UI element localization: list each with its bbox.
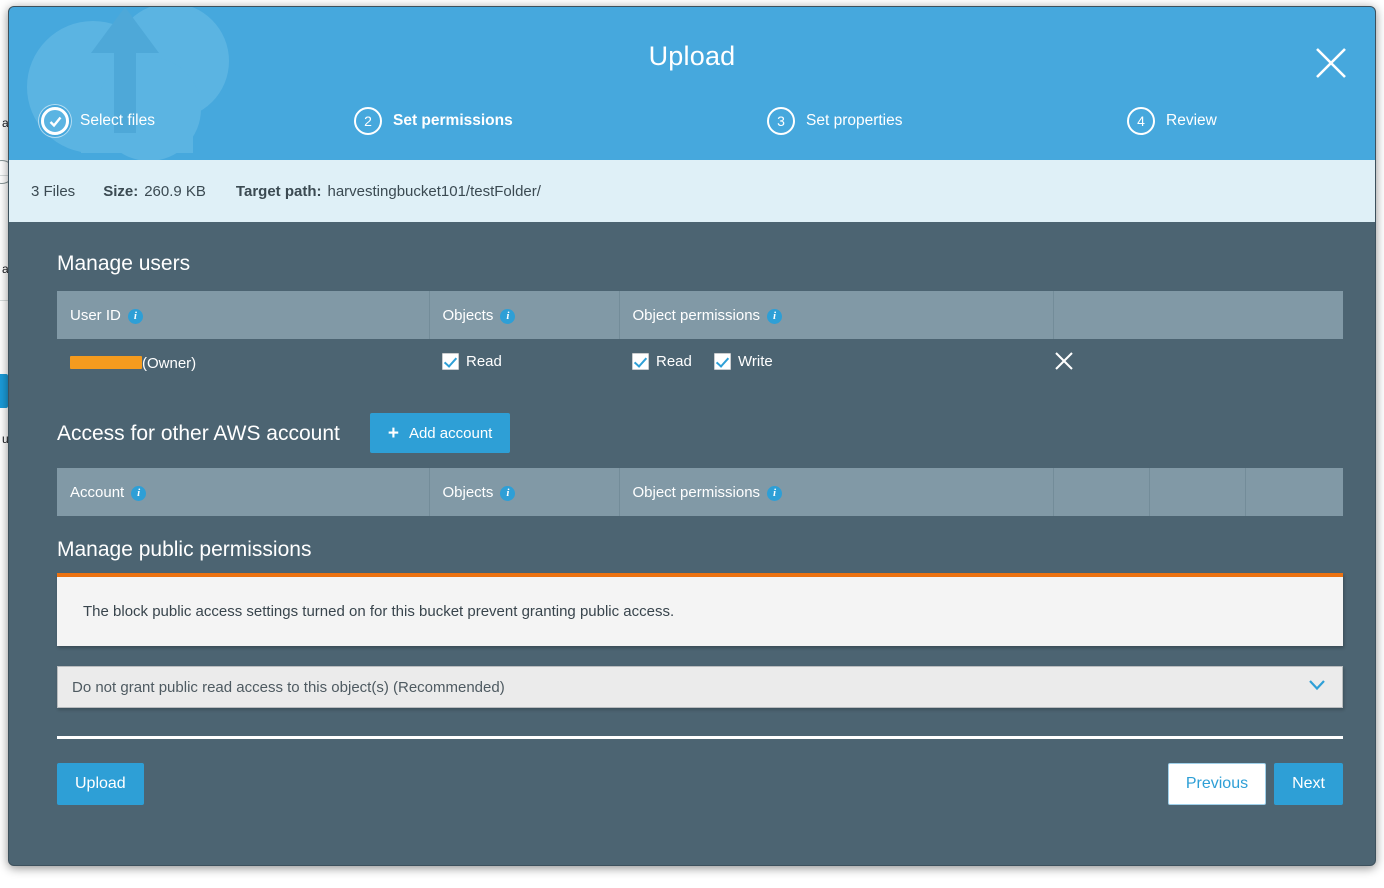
checkbox-objects-read-label: Read xyxy=(466,353,502,370)
column-account-label: Account xyxy=(70,484,124,501)
checkbox-permissions-read[interactable]: Read xyxy=(632,353,692,370)
remove-user-icon[interactable] xyxy=(1053,350,1075,372)
size-value: 260.9 KB xyxy=(144,183,206,200)
step-number-badge-3: 3 xyxy=(767,107,795,135)
upload-modal: Upload Select files 2 Set permissions xyxy=(8,6,1376,866)
other-accounts-header-row: Access for other AWS account + Add accou… xyxy=(57,413,1327,453)
cell-object-permissions: Read Write xyxy=(619,339,1053,387)
step-set-permissions[interactable]: 2 Set permissions xyxy=(354,107,513,135)
other-accounts-heading: Access for other AWS account xyxy=(57,422,340,445)
size-label: Size: xyxy=(103,183,138,200)
column-actions xyxy=(1053,291,1343,339)
column-objects: Objects i xyxy=(429,291,619,339)
background-blue-chip xyxy=(0,374,8,408)
table-header-row: User ID i Objects i Object permissions i xyxy=(57,291,1343,339)
step-label-set-permissions: Set permissions xyxy=(393,112,513,130)
column-object-permissions: Object permissions i xyxy=(619,291,1053,339)
page-title: Upload xyxy=(9,41,1375,72)
info-icon-object-permissions-2[interactable]: i xyxy=(767,486,782,501)
checkbox-box-icon xyxy=(632,353,649,370)
other-accounts-table: Account i Objects i Object permissions i xyxy=(57,468,1343,516)
target-path-label: Target path: xyxy=(236,183,322,200)
checkbox-box-icon xyxy=(442,353,459,370)
footer-nav-buttons: Previous Next xyxy=(1168,763,1343,805)
next-button[interactable]: Next xyxy=(1274,763,1343,805)
step-number-badge-2: 2 xyxy=(354,107,382,135)
column-user-id-label: User ID xyxy=(70,307,121,324)
upload-summary-bar: 3 Files Size: 260.9 KB Target path: harv… xyxy=(9,160,1375,222)
column-object-permissions: Object permissions i xyxy=(619,468,1053,516)
redacted-user-id xyxy=(70,356,142,369)
column-user-id: User ID i xyxy=(57,291,429,339)
checkbox-box-icon xyxy=(714,353,731,370)
column-object-permissions-label: Object permissions xyxy=(633,307,761,324)
column-spacer-1 xyxy=(1053,468,1149,516)
column-objects: Objects i xyxy=(429,468,619,516)
step-number-badge-4: 4 xyxy=(1127,107,1155,135)
add-account-button-label: Add account xyxy=(409,425,492,442)
modal-header: Upload Select files 2 Set permissions xyxy=(9,7,1375,160)
target-path-value: harvestingbucket101/testFolder/ xyxy=(327,183,540,200)
info-icon-object-permissions[interactable]: i xyxy=(767,309,782,324)
column-spacer-2 xyxy=(1149,468,1245,516)
column-objects-label: Objects xyxy=(443,307,494,324)
step-select-files[interactable]: Select files xyxy=(41,107,155,135)
checkbox-permissions-write[interactable]: Write xyxy=(714,353,773,370)
check-circle-icon xyxy=(41,107,69,135)
checkbox-permissions-write-label: Write xyxy=(738,353,773,370)
public-permissions-heading: Manage public permissions xyxy=(57,538,1327,561)
step-label-set-properties: Set properties xyxy=(806,112,903,130)
public-read-access-select-value: Do not grant public read access to this … xyxy=(72,679,505,696)
manage-users-heading: Manage users xyxy=(57,252,1327,275)
cell-objects: Read xyxy=(429,339,619,387)
column-object-permissions-label-2: Object permissions xyxy=(633,484,761,501)
add-account-button[interactable]: + Add account xyxy=(370,413,511,453)
owner-suffix: (Owner) xyxy=(142,355,196,372)
column-objects-label-2: Objects xyxy=(443,484,494,501)
step-label-review: Review xyxy=(1166,112,1217,130)
public-access-alert: The block public access settings turned … xyxy=(57,573,1343,646)
footer-divider xyxy=(57,736,1343,739)
table-row: (Owner) Read Read xyxy=(57,339,1343,387)
checkbox-permissions-read-label: Read xyxy=(656,353,692,370)
public-read-access-select[interactable]: Do not grant public read access to this … xyxy=(57,666,1343,708)
info-icon-objects[interactable]: i xyxy=(500,309,515,324)
step-label-select-files: Select files xyxy=(80,112,155,130)
cell-actions xyxy=(1053,339,1343,387)
column-account: Account i xyxy=(57,468,429,516)
step-indicator: Select files 2 Set permissions 3 Set pro… xyxy=(9,107,1375,149)
upload-button[interactable]: Upload xyxy=(57,763,144,805)
checkbox-objects-read[interactable]: Read xyxy=(442,353,502,370)
table-header-row: Account i Objects i Object permissions i xyxy=(57,468,1343,516)
info-icon-user-id[interactable]: i xyxy=(128,309,143,324)
chevron-down-icon xyxy=(1308,678,1326,696)
cell-user-id: (Owner) xyxy=(57,339,429,387)
close-icon[interactable] xyxy=(1313,45,1349,81)
public-access-alert-text: The block public access settings turned … xyxy=(83,603,674,620)
modal-body: Manage users User ID i Objects i Object pe… xyxy=(9,222,1375,805)
manage-users-table: User ID i Objects i Object permissions i (O… xyxy=(57,291,1343,387)
file-count: 3 Files xyxy=(31,183,75,200)
step-set-properties[interactable]: 3 Set properties xyxy=(767,107,903,135)
step-review[interactable]: 4 Review xyxy=(1127,107,1217,135)
column-spacer-3 xyxy=(1245,468,1343,516)
previous-button[interactable]: Previous xyxy=(1168,763,1266,805)
info-icon-account[interactable]: i xyxy=(131,486,146,501)
modal-footer: Upload Previous Next xyxy=(57,763,1343,805)
plus-icon: + xyxy=(388,424,399,443)
info-icon-objects-2[interactable]: i xyxy=(500,486,515,501)
